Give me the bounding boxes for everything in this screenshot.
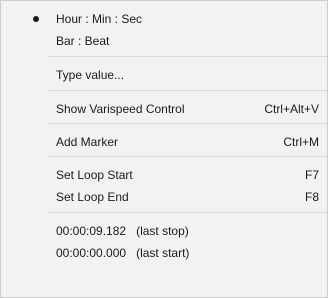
menu-separator	[47, 156, 327, 157]
menu-item-hour-min-sec[interactable]: Hour : Min : Sec	[1, 8, 327, 30]
menu-item-label: Bar : Beat	[56, 34, 110, 48]
menu-item-label: Set Loop Start	[56, 168, 133, 182]
context-menu: Hour : Min : Sec Bar : Beat Type value..…	[0, 0, 328, 298]
menu-item-label: Show Varispeed Control	[56, 102, 185, 116]
menu-item-label: Set Loop End	[56, 190, 129, 204]
menu-item-shortcut: Ctrl+M	[283, 135, 319, 149]
menu-item-bar-beat[interactable]: Bar : Beat	[1, 30, 327, 52]
menu-separator	[47, 123, 327, 124]
selected-bullet-icon	[33, 16, 39, 22]
menu-item-show-varispeed-control[interactable]: Show Varispeed Control Ctrl+Alt+V	[1, 98, 327, 120]
menu-separator	[47, 212, 327, 213]
menu-item-shortcut: Ctrl+Alt+V	[264, 102, 319, 116]
menu-item-type-value[interactable]: Type value...	[1, 64, 327, 86]
menu-item-set-loop-end[interactable]: Set Loop End F8	[1, 186, 327, 208]
menu-item-label: 00:00:09.182 (last stop)	[56, 224, 189, 238]
menu-item-label: 00:00:00.000 (last start)	[56, 246, 190, 260]
menu-separator	[47, 56, 327, 57]
menu-item-set-loop-start[interactable]: Set Loop Start F7	[1, 164, 327, 186]
menu-item-label: Add Marker	[56, 135, 119, 149]
menu-item-last-stop-time[interactable]: 00:00:09.182 (last stop)	[1, 220, 327, 242]
menu-separator	[47, 90, 327, 91]
menu-item-add-marker[interactable]: Add Marker Ctrl+M	[1, 131, 327, 153]
menu-item-shortcut: F7	[304, 168, 319, 182]
menu-item-last-start-time[interactable]: 00:00:00.000 (last start)	[1, 242, 327, 264]
menu-item-label: Hour : Min : Sec	[56, 12, 143, 26]
menu-item-label: Type value...	[56, 68, 125, 82]
menu-item-shortcut: F8	[304, 190, 319, 204]
